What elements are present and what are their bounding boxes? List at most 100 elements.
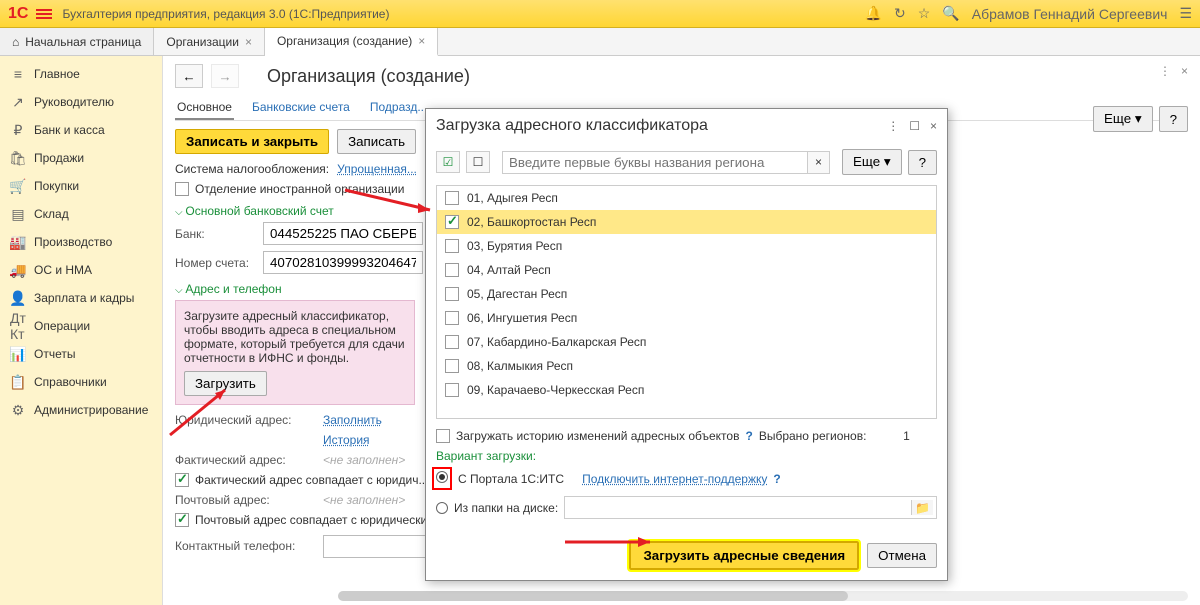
uncheck-all-button[interactable]: ☐ xyxy=(466,151,490,173)
bell-icon[interactable]: 🔔 xyxy=(865,5,882,22)
from-folder-radio[interactable] xyxy=(436,502,448,514)
region-item[interactable]: 06, Ингушетия Респ xyxy=(437,306,936,330)
more-button[interactable]: Еще ▾ xyxy=(1093,106,1153,132)
region-checkbox[interactable] xyxy=(445,191,459,205)
sidebar-icon: ≡ xyxy=(10,66,26,82)
search-clear-button[interactable]: × xyxy=(808,151,830,174)
sidebar-icon: ↗ xyxy=(10,94,26,110)
home-icon: ⌂ xyxy=(12,35,19,49)
region-checkbox[interactable] xyxy=(445,383,459,397)
region-checkbox[interactable] xyxy=(445,287,459,301)
user-menu-icon[interactable]: ☰ xyxy=(1179,5,1192,22)
sidebar-label: Продажи xyxy=(34,151,84,165)
help-icon[interactable]: ? xyxy=(773,472,780,486)
save-button[interactable]: Записать xyxy=(337,129,416,154)
check-all-button[interactable]: ☑ xyxy=(436,151,460,173)
subtab-main[interactable]: Основное xyxy=(175,96,234,120)
sidebar-item-8[interactable]: 👤Зарплата и кадры xyxy=(0,284,162,312)
region-checkbox[interactable] xyxy=(445,239,459,253)
connect-support-link[interactable]: Подключить интернет-поддержку xyxy=(582,472,767,486)
actual-same-label: Фактический адрес совпадает с юридич... xyxy=(195,473,428,487)
dialog-maximize-icon[interactable]: ☐ xyxy=(909,119,920,133)
region-item[interactable]: 01, Адыгея Респ xyxy=(437,186,936,210)
help-icon[interactable]: ? xyxy=(745,429,752,443)
tab-home[interactable]: ⌂ Начальная страница xyxy=(0,28,154,55)
dialog-close-icon[interactable]: × xyxy=(930,119,937,133)
load-addresses-button[interactable]: Загрузить адресные сведения xyxy=(629,541,859,570)
sidebar: ≡ Главное ↗Руководителю ₽ Банк и касса 🛍Прода… xyxy=(0,56,163,605)
subtab-bank[interactable]: Банковские счета xyxy=(250,96,352,120)
from-portal-radio[interactable] xyxy=(436,471,448,483)
tab-organization-create[interactable]: Организация (создание) × xyxy=(265,28,438,56)
sidebar-item-3[interactable]: 🛍Продажи xyxy=(0,144,162,172)
sidebar-label: Покупки xyxy=(34,179,79,193)
sidebar-item-9[interactable]: Дт КтОперации xyxy=(0,312,162,340)
user-name[interactable]: Абрамов Геннадий Сергеевич xyxy=(972,6,1168,22)
radio-highlight xyxy=(432,467,452,490)
sidebar-icon: ₽ xyxy=(10,122,26,138)
load-history-checkbox[interactable] xyxy=(436,429,450,443)
region-list[interactable]: 01, Адыгея Респ02, Башкортостан Респ03, … xyxy=(436,185,937,419)
subtab-subdiv[interactable]: Подразд... xyxy=(368,96,430,120)
region-search-input[interactable] xyxy=(502,151,808,174)
sidebar-item-6[interactable]: 🏭Производство xyxy=(0,228,162,256)
region-item[interactable]: 09, Карачаево-Черкесская Респ xyxy=(437,378,936,402)
region-item[interactable]: 05, Дагестан Респ xyxy=(437,282,936,306)
dialog-help-button[interactable]: ? xyxy=(908,150,937,175)
load-history-label: Загружать историю изменений адресных объ… xyxy=(456,429,739,443)
sidebar-item-1[interactable]: ↗Руководителю xyxy=(0,88,162,116)
sidebar-item-10[interactable]: 📊Отчеты xyxy=(0,340,162,368)
load-classifier-button[interactable]: Загрузить xyxy=(184,371,267,396)
sidebar-item-7[interactable]: 🚚ОС и НМА xyxy=(0,256,162,284)
region-item[interactable]: 08, Калмыкия Респ xyxy=(437,354,936,378)
bank-input[interactable] xyxy=(263,222,423,245)
sidebar-item-0[interactable]: ≡ Главное xyxy=(0,60,162,88)
account-input[interactable] xyxy=(263,251,423,274)
postal-same-label: Почтовый адрес совпадает с юридическим xyxy=(195,513,435,527)
region-item[interactable]: 07, Кабардино-Балкарская Респ xyxy=(437,330,936,354)
history-link[interactable]: История xyxy=(323,433,370,447)
more-icon[interactable]: ⋮ xyxy=(1159,64,1171,78)
region-checkbox[interactable] xyxy=(445,263,459,277)
folder-browse-icon[interactable]: 📁 xyxy=(911,500,933,515)
forward-button[interactable]: → xyxy=(211,64,239,88)
region-checkbox[interactable] xyxy=(445,311,459,325)
postal-same-checkbox[interactable] xyxy=(175,513,189,527)
sidebar-item-5[interactable]: ▤Склад xyxy=(0,200,162,228)
sidebar-label: Банк и касса xyxy=(34,123,105,137)
close-icon[interactable]: × xyxy=(1181,64,1188,78)
region-item[interactable]: 04, Алтай Респ xyxy=(437,258,936,282)
sidebar-label: Главное xyxy=(34,67,80,81)
cancel-button[interactable]: Отмена xyxy=(867,543,937,568)
sidebar-item-11[interactable]: 📋Справочники xyxy=(0,368,162,396)
region-label: 04, Алтай Респ xyxy=(467,263,551,277)
sidebar-icon: ⚙ xyxy=(10,402,26,418)
close-icon[interactable]: × xyxy=(245,35,252,49)
help-button[interactable]: ? xyxy=(1159,106,1188,132)
sidebar-item-2[interactable]: ₽ Банк и касса xyxy=(0,116,162,144)
region-label: 05, Дагестан Респ xyxy=(467,287,567,301)
dialog-more-icon[interactable]: ⋮ xyxy=(887,119,899,133)
back-button[interactable]: ← xyxy=(175,64,203,88)
hamburger-icon[interactable] xyxy=(36,7,52,21)
sidebar-item-4[interactable]: 🛒Покупки xyxy=(0,172,162,200)
foreign-checkbox[interactable] xyxy=(175,182,189,196)
fill-link[interactable]: Заполнить xyxy=(323,413,382,427)
region-checkbox[interactable] xyxy=(445,215,459,229)
tax-link[interactable]: Упрощенная... xyxy=(337,162,417,176)
region-checkbox[interactable] xyxy=(445,359,459,373)
star-icon[interactable]: ☆ xyxy=(918,5,931,22)
history-icon[interactable]: ↻ xyxy=(894,5,906,22)
close-icon[interactable]: × xyxy=(418,34,425,48)
search-icon[interactable]: 🔍 xyxy=(942,5,959,22)
save-close-button[interactable]: Записать и закрыть xyxy=(175,129,329,154)
actual-same-checkbox[interactable] xyxy=(175,473,189,487)
sidebar-item-12[interactable]: ⚙Администрирование xyxy=(0,396,162,424)
region-checkbox[interactable] xyxy=(445,335,459,349)
scrollbar[interactable] xyxy=(338,591,1188,601)
region-item[interactable]: 02, Башкортостан Респ xyxy=(437,210,936,234)
dialog-more-button[interactable]: Еще ▾ xyxy=(842,149,902,175)
tab-organizations[interactable]: Организации × xyxy=(154,28,265,55)
folder-input[interactable]: 📁 xyxy=(564,496,937,519)
region-item[interactable]: 03, Бурятия Респ xyxy=(437,234,936,258)
